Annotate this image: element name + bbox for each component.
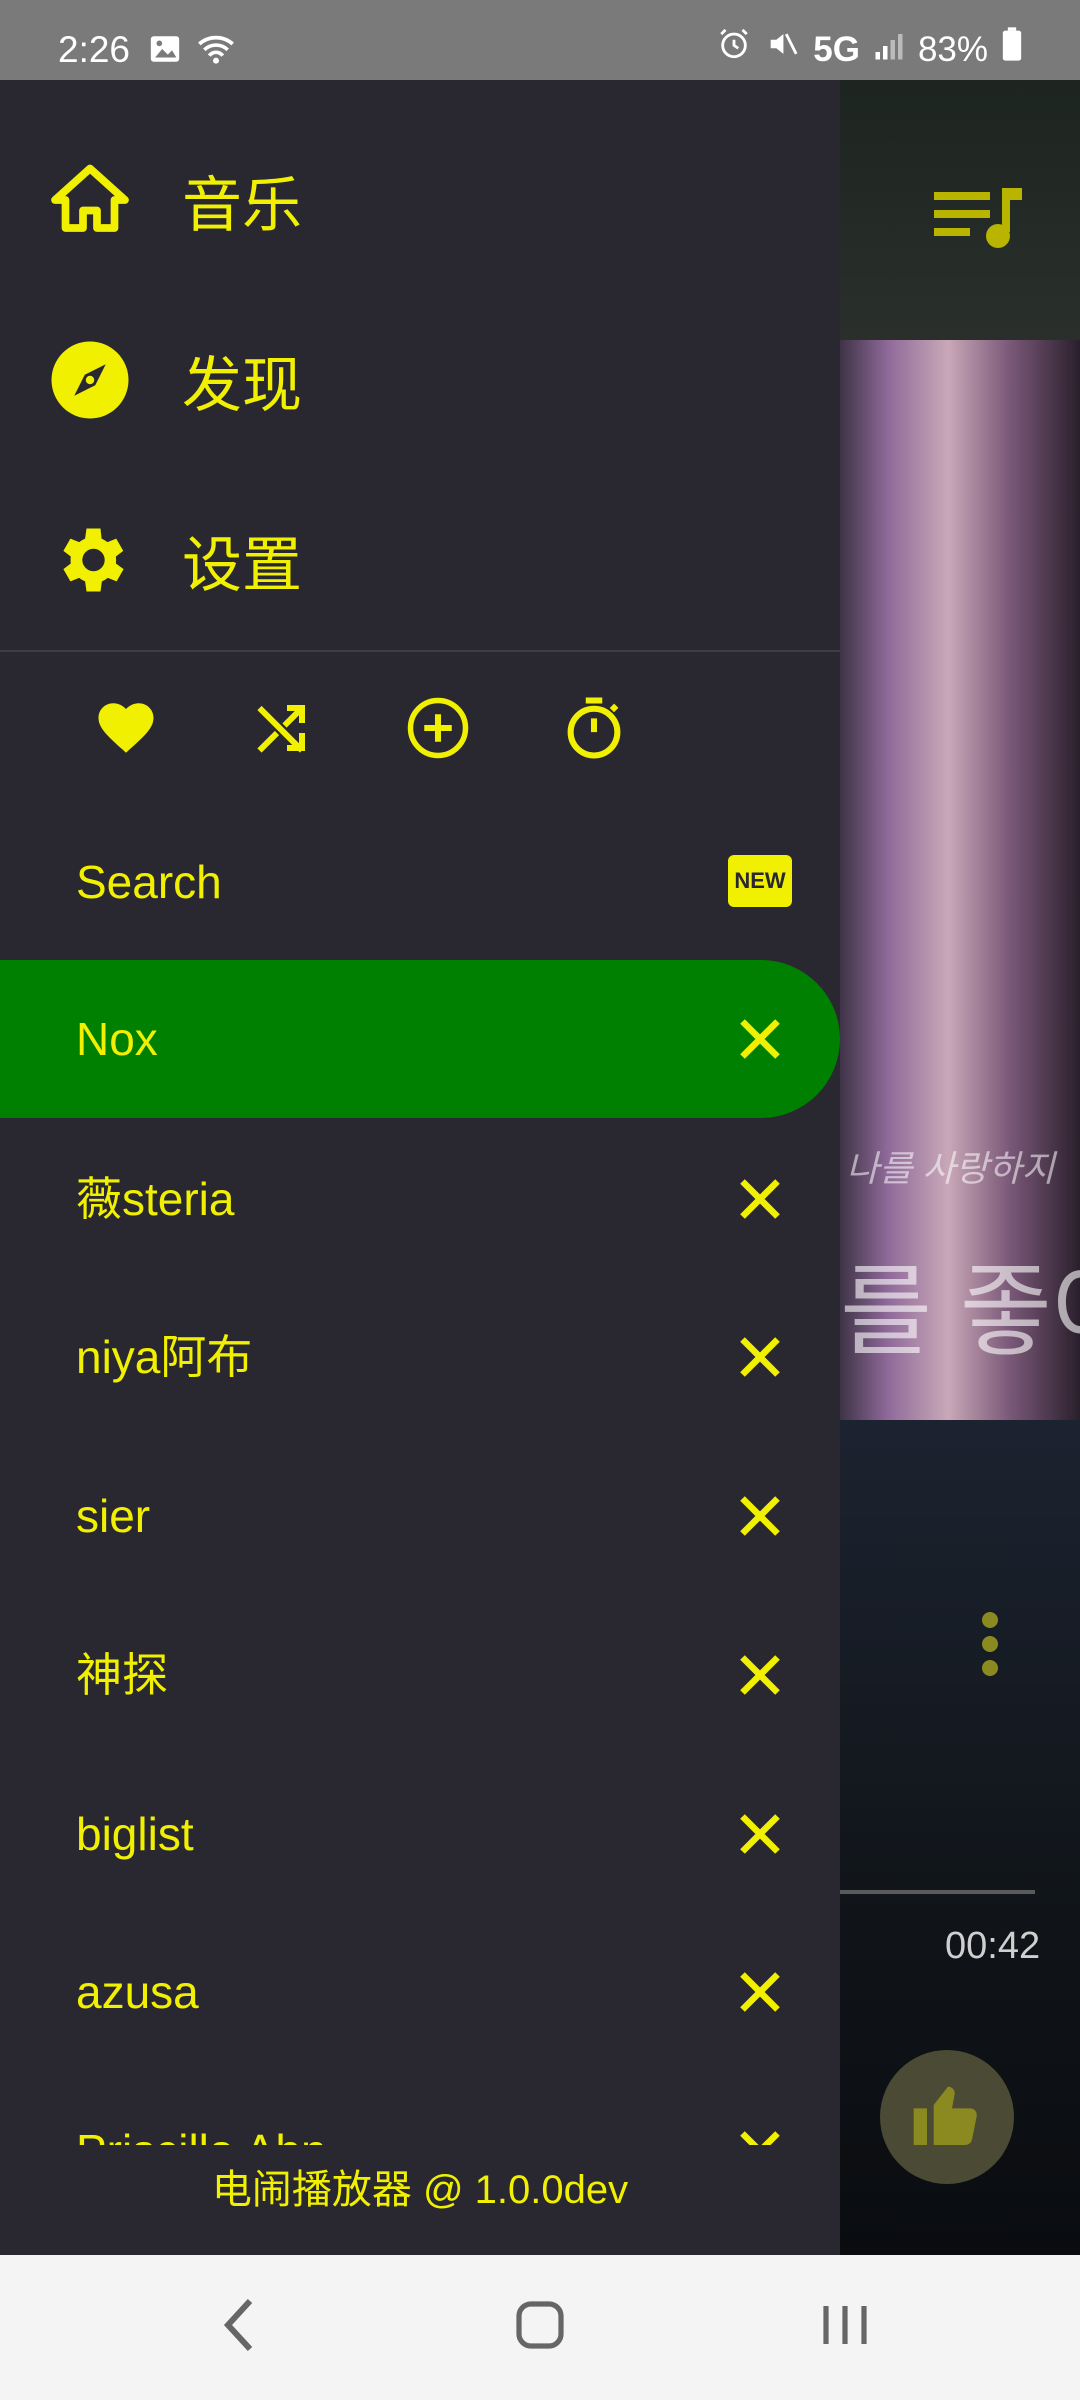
playlist-item[interactable]: biglist <box>0 1755 840 1913</box>
divider <box>0 650 840 652</box>
close-icon[interactable] <box>730 1645 790 1705</box>
close-icon[interactable] <box>730 1327 790 1387</box>
app-version-footer: 电闹播放器 @ 1.0.0dev <box>211 2168 629 2212</box>
close-icon[interactable] <box>730 1962 790 2022</box>
image-icon <box>148 32 182 75</box>
back-button[interactable] <box>140 2255 340 2400</box>
like-button <box>880 2050 1014 2184</box>
progress-bar <box>840 1890 1035 1894</box>
playlist-item[interactable]: 神探 <box>0 1596 840 1754</box>
close-icon[interactable] <box>730 1009 790 1069</box>
shuffle-icon <box>252 698 312 763</box>
status-bar: 2:26 5G 83% <box>0 0 1080 80</box>
wifi-icon <box>196 32 236 75</box>
nav-item-discover[interactable]: 发现 <box>0 290 840 470</box>
more-vert-icon <box>980 1610 1000 1685</box>
heart-icon <box>93 695 159 766</box>
back-icon <box>220 2295 260 2360</box>
playlist-item[interactable]: 薇steria <box>0 1120 840 1278</box>
playlist-item[interactable]: Nox <box>0 960 840 1118</box>
background-player: 나를 사랑하지 를 좋아 00:42 <box>840 80 1080 2255</box>
timer-icon <box>561 695 627 766</box>
recents-icon <box>820 2300 870 2355</box>
elapsed-time: 00:42 <box>945 1925 1041 1967</box>
home-button[interactable] <box>440 2255 640 2400</box>
add-playlist-button[interactable] <box>388 680 488 780</box>
home-square-icon <box>515 2300 565 2355</box>
playlist-item[interactable]: azusa <box>0 1913 840 2071</box>
system-nav-bar <box>0 2255 1080 2400</box>
navigation-drawer: 音乐 发现 设置 Search NEW Nox 薇steria niya阿布 s… <box>0 80 840 2255</box>
search-item[interactable]: Search <box>76 842 222 922</box>
add-circle-icon <box>405 695 471 766</box>
favorites-button[interactable] <box>76 680 176 780</box>
thumb-up-icon <box>907 2075 987 2160</box>
home-icon <box>48 158 132 242</box>
playlist-item[interactable]: Priscilla Ahn <box>0 2072 840 2145</box>
close-icon[interactable] <box>730 1169 790 1229</box>
compass-icon <box>48 338 132 422</box>
new-badge: NEW <box>728 855 792 907</box>
sleep-timer-button[interactable] <box>544 680 644 780</box>
playlist-item[interactable]: niya阿布 <box>0 1278 840 1436</box>
playlist-item[interactable]: sier <box>0 1437 840 1595</box>
nav-item-music[interactable]: 音乐 <box>0 110 840 290</box>
close-icon[interactable] <box>730 1804 790 1864</box>
shuffle-button[interactable] <box>232 680 332 780</box>
recents-button[interactable] <box>745 2255 945 2400</box>
close-icon[interactable] <box>730 1486 790 1546</box>
close-icon[interactable] <box>730 2121 790 2145</box>
gear-icon <box>48 518 132 602</box>
queue-music-icon <box>930 180 1030 265</box>
nav-item-settings[interactable]: 设置 <box>0 470 840 650</box>
